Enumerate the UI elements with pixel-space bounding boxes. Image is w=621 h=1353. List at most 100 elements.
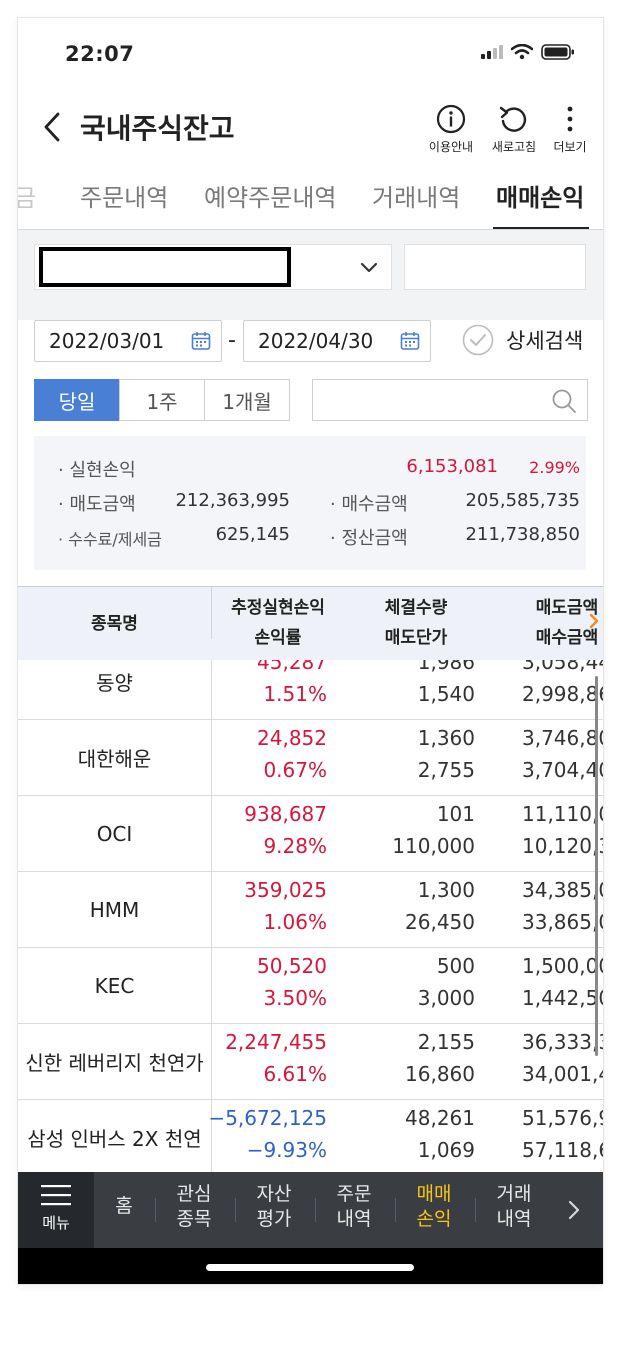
summary-row-settlement: · 수수료/제세금 625,145 · 정산금액 211,738,850	[34, 524, 586, 552]
vertical-scrollbar[interactable]	[595, 676, 598, 1056]
est-realized-pl: 24,852	[257, 726, 327, 750]
realized-pl-value: 6,153,081	[406, 456, 498, 477]
stock-name: HMM	[18, 872, 212, 947]
sell-price: 3,000	[417, 986, 475, 1010]
nav-assets[interactable]: 자산 평가	[236, 1182, 312, 1232]
pl-rate: 1.51%	[263, 682, 327, 706]
info-icon	[436, 104, 466, 134]
detail-search-toggle[interactable]: 상세검색	[462, 324, 583, 356]
end-date-field[interactable]: 2022/04/30	[243, 320, 431, 362]
exec-qty: 1,986	[417, 660, 475, 674]
buy-amount-value: 205,585,735	[465, 490, 580, 511]
account-select[interactable]	[34, 244, 392, 290]
settlement-label: · 정산금액	[330, 528, 408, 549]
check-circle-icon	[462, 324, 494, 356]
sell-amount: 11,110,00	[522, 802, 603, 826]
nav-trading-pl-label-2: 손익	[416, 1208, 452, 1230]
nav-orders-label-2: 내역	[336, 1208, 372, 1230]
table-row[interactable]: 신한 레버리지 천연가 2,247,455 6.61% 2,155 16,860 36,3…	[18, 1024, 603, 1100]
nav-home[interactable]: 홈	[86, 1194, 162, 1219]
stock-name: 동양	[18, 660, 212, 719]
table-row[interactable]: KEC 50,520 3.50% 500 3,000 1,500,00 1,442,50	[18, 948, 603, 1024]
home-indicator[interactable]	[206, 1264, 414, 1271]
sell-amount: 3,058,44	[522, 660, 603, 674]
date-separator: -	[228, 328, 236, 353]
stock-name: 신한 레버리지 천연가	[18, 1024, 212, 1099]
table-row[interactable]: OCI 938,687 9.28% 101 110,000 11,110,00 10,120…	[18, 796, 603, 872]
table-row[interactable]: 대한해운 24,852 0.67% 1,360 2,755 3,746,80 3,704,4…	[18, 720, 603, 796]
search-icon[interactable]	[551, 388, 577, 414]
buy-amount: 34,001,45	[522, 1062, 603, 1086]
start-date-value: 2022/03/01	[49, 329, 165, 353]
nav-transactions-label-1: 거래	[496, 1183, 532, 1205]
refresh-icon	[499, 106, 527, 132]
sell-price: 16,860	[405, 1062, 475, 1086]
header-col2: 체결수량 매도단가	[356, 593, 476, 653]
table-row[interactable]: 삼성 인버스 2X 천연 −5,672,125 −9.93% 48,261 1,069 5…	[18, 1100, 603, 1172]
period-month-button[interactable]: 1개월	[204, 379, 290, 421]
est-realized-pl: 2,247,455	[225, 1030, 327, 1054]
buy-amount: 57,118,65	[522, 1138, 603, 1162]
pl-rate: 6.61%	[263, 1062, 327, 1086]
refresh-label: 새로고침	[491, 140, 537, 154]
stock-name: KEC	[18, 948, 212, 1023]
detail-search-label: 상세검색	[506, 329, 584, 353]
buy-amount: 2,998,86	[522, 682, 603, 706]
status-time: 22:07	[65, 42, 135, 66]
sell-amount: 3,746,80	[522, 726, 603, 750]
header-pl-rate: 손익률	[254, 628, 302, 648]
stock-name: 삼성 인버스 2X 천연	[18, 1100, 212, 1172]
sell-price: 2,755	[417, 758, 475, 782]
calendar-icon[interactable]	[400, 331, 420, 351]
sell-amount-value: 212,363,995	[175, 490, 290, 511]
nav-home-label: 홈	[115, 1195, 133, 1217]
phone-screen: 22:07 국내주식잔고 이용안내 새로고침 더보기 주문내역 예약주문내역 거…	[18, 18, 603, 1284]
nav-orders-label-1: 주문	[336, 1183, 372, 1205]
nav-orders[interactable]: 주문 내역	[316, 1182, 392, 1232]
more-button[interactable]: 더보기	[540, 102, 600, 155]
period-today-button[interactable]: 당일	[34, 379, 120, 421]
table-row[interactable]: 동양 45,287 1.51% 1,986 1,540 3,058,44 2,998,86	[18, 660, 603, 720]
buy-amount-label: · 매수금액	[330, 494, 408, 515]
menu-button[interactable]: 메뉴	[18, 1172, 94, 1248]
period-week-button[interactable]: 1주	[119, 379, 205, 421]
buy-amount: 33,865,00	[522, 910, 603, 934]
header-sell-price: 매도단가	[384, 628, 448, 648]
nav-trading-pl-label-1: 매매	[416, 1183, 452, 1205]
chevron-down-icon	[360, 262, 378, 273]
nav-trading-pl[interactable]: 매매 손익	[396, 1182, 472, 1232]
tab-balance[interactable]: 금	[18, 178, 36, 213]
info-button[interactable]: 이용안내	[421, 102, 481, 155]
sell-amount: 1,500,00	[522, 954, 603, 978]
tab-trading-pl[interactable]: 매매손익	[496, 178, 584, 213]
tab-orders[interactable]: 주문내역	[80, 178, 168, 213]
pl-rate: 9.28%	[263, 834, 327, 858]
calendar-icon[interactable]	[191, 331, 211, 351]
scroll-right-icon[interactable]	[589, 613, 599, 629]
bottom-nav: 메뉴 홈 관심 종목 자산 평가 주문 내역 매매 손익 거래 내역	[18, 1172, 603, 1248]
est-realized-pl: 50,520	[257, 954, 327, 978]
est-realized-pl: 938,687	[244, 802, 327, 826]
battery-icon	[541, 44, 574, 60]
chevron-right-icon[interactable]	[567, 1199, 581, 1221]
more-vertical-icon	[567, 106, 573, 132]
page-title: 국내주식잔고	[80, 112, 235, 145]
nav-transactions[interactable]: 거래 내역	[476, 1182, 552, 1232]
tab-transactions[interactable]: 거래내역	[372, 178, 460, 213]
back-icon[interactable]	[40, 110, 66, 144]
more-label: 더보기	[553, 140, 587, 154]
home-indicator-bar	[18, 1248, 603, 1284]
fee-tax-value: 625,145	[215, 524, 290, 545]
sell-price: 1,540	[417, 682, 475, 706]
account-number-redacted	[39, 247, 291, 287]
table-header: 종목명 추정실현손익 손익률 체결수량 매도단가 매도금액 매수금액	[18, 586, 603, 660]
fee-tax-label: · 수수료/제세금	[58, 530, 162, 549]
search-input[interactable]	[312, 379, 588, 421]
table-row[interactable]: HMM 359,025 1.06% 1,300 26,450 34,385,00 33,86…	[18, 872, 603, 948]
tab-reserved-orders[interactable]: 예약주문내역	[204, 178, 336, 213]
info-label: 이용안내	[428, 140, 474, 154]
nav-watchlist[interactable]: 관심 종목	[156, 1182, 232, 1232]
start-date-field[interactable]: 2022/03/01	[34, 320, 222, 362]
refresh-button[interactable]: 새로고침	[484, 102, 544, 155]
account-password-field[interactable]	[404, 244, 586, 290]
